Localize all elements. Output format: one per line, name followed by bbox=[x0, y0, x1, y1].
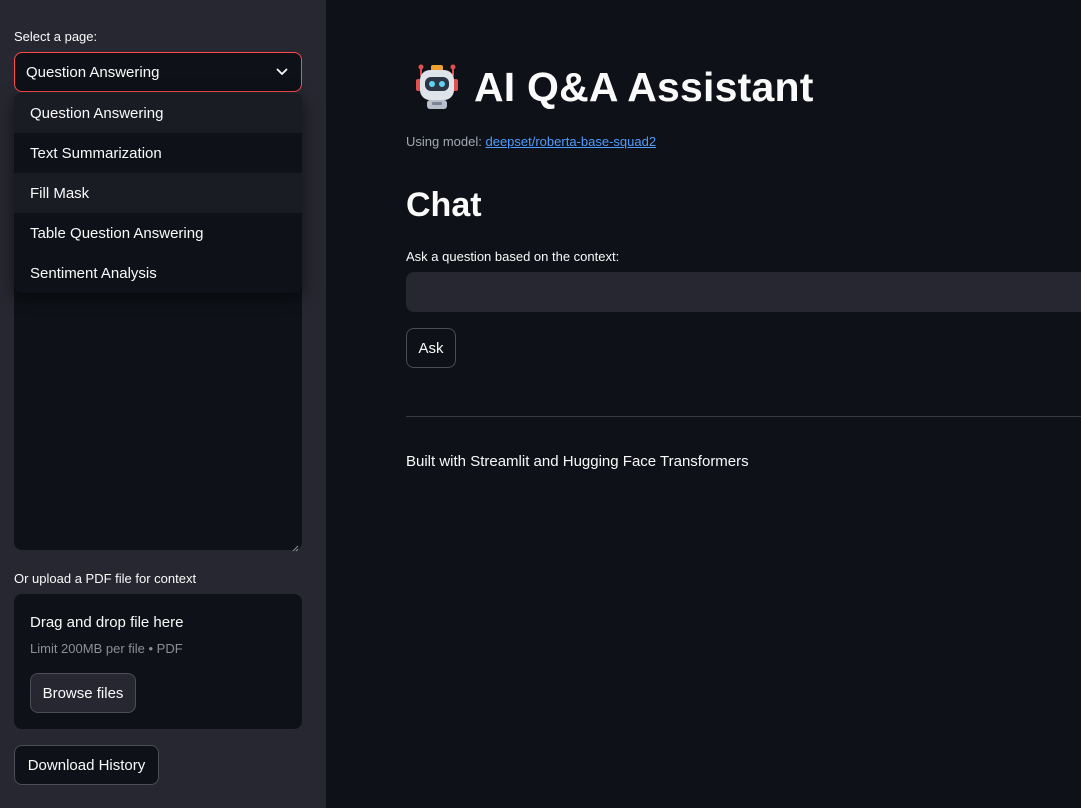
robot-icon bbox=[412, 62, 462, 112]
divider bbox=[406, 416, 1081, 417]
dropzone-title: Drag and drop file here bbox=[30, 614, 184, 631]
dropdown-option[interactable]: Text Summarization bbox=[14, 133, 302, 173]
app: Select a page: Question Answering Questi… bbox=[0, 0, 1081, 808]
page-title: AI Q&A Assistant bbox=[474, 63, 814, 110]
question-input[interactable] bbox=[406, 272, 1081, 312]
chevron-down-icon bbox=[275, 65, 289, 79]
question-label: Ask a question based on the context: bbox=[406, 249, 620, 264]
context-textarea[interactable] bbox=[14, 248, 302, 552]
upload-label: Or upload a PDF file for context bbox=[14, 571, 197, 586]
dropdown-option[interactable]: Fill Mask bbox=[14, 173, 302, 213]
pdf-dropzone[interactable]: Drag and drop file here Limit 200MB per … bbox=[14, 594, 302, 729]
dropdown-option[interactable]: Question Answering bbox=[14, 93, 302, 133]
download-history-button[interactable]: Download History bbox=[14, 745, 159, 785]
page-select-dropdown: Question Answering Text Summarization Fi… bbox=[14, 93, 302, 293]
model-info: Using model: deepset/roberta-base-squad2 bbox=[406, 134, 656, 149]
chat-heading: Chat bbox=[406, 186, 482, 224]
dropdown-option[interactable]: Sentiment Analysis bbox=[14, 253, 302, 293]
model-prefix: Using model: bbox=[406, 134, 486, 149]
ask-button[interactable]: Ask bbox=[406, 328, 456, 368]
main-content: AI Q&A Assistant Using model: deepset/ro… bbox=[326, 0, 1081, 808]
dropdown-option[interactable]: Table Question Answering bbox=[14, 213, 302, 253]
browse-files-button[interactable]: Browse files bbox=[30, 673, 136, 713]
model-link[interactable]: deepset/roberta-base-squad2 bbox=[485, 134, 656, 149]
resize-grip-icon[interactable] bbox=[291, 539, 299, 552]
dropzone-limit: Limit 200MB per file • PDF bbox=[30, 641, 183, 656]
page-select-value: Question Answering bbox=[26, 63, 160, 81]
footer-text: Built with Streamlit and Hugging Face Tr… bbox=[406, 453, 749, 470]
title-row: AI Q&A Assistant bbox=[412, 62, 814, 112]
select-page-label: Select a page: bbox=[14, 29, 98, 44]
sidebar: Select a page: Question Answering Questi… bbox=[0, 0, 326, 808]
page-select[interactable]: Question Answering bbox=[14, 52, 302, 92]
